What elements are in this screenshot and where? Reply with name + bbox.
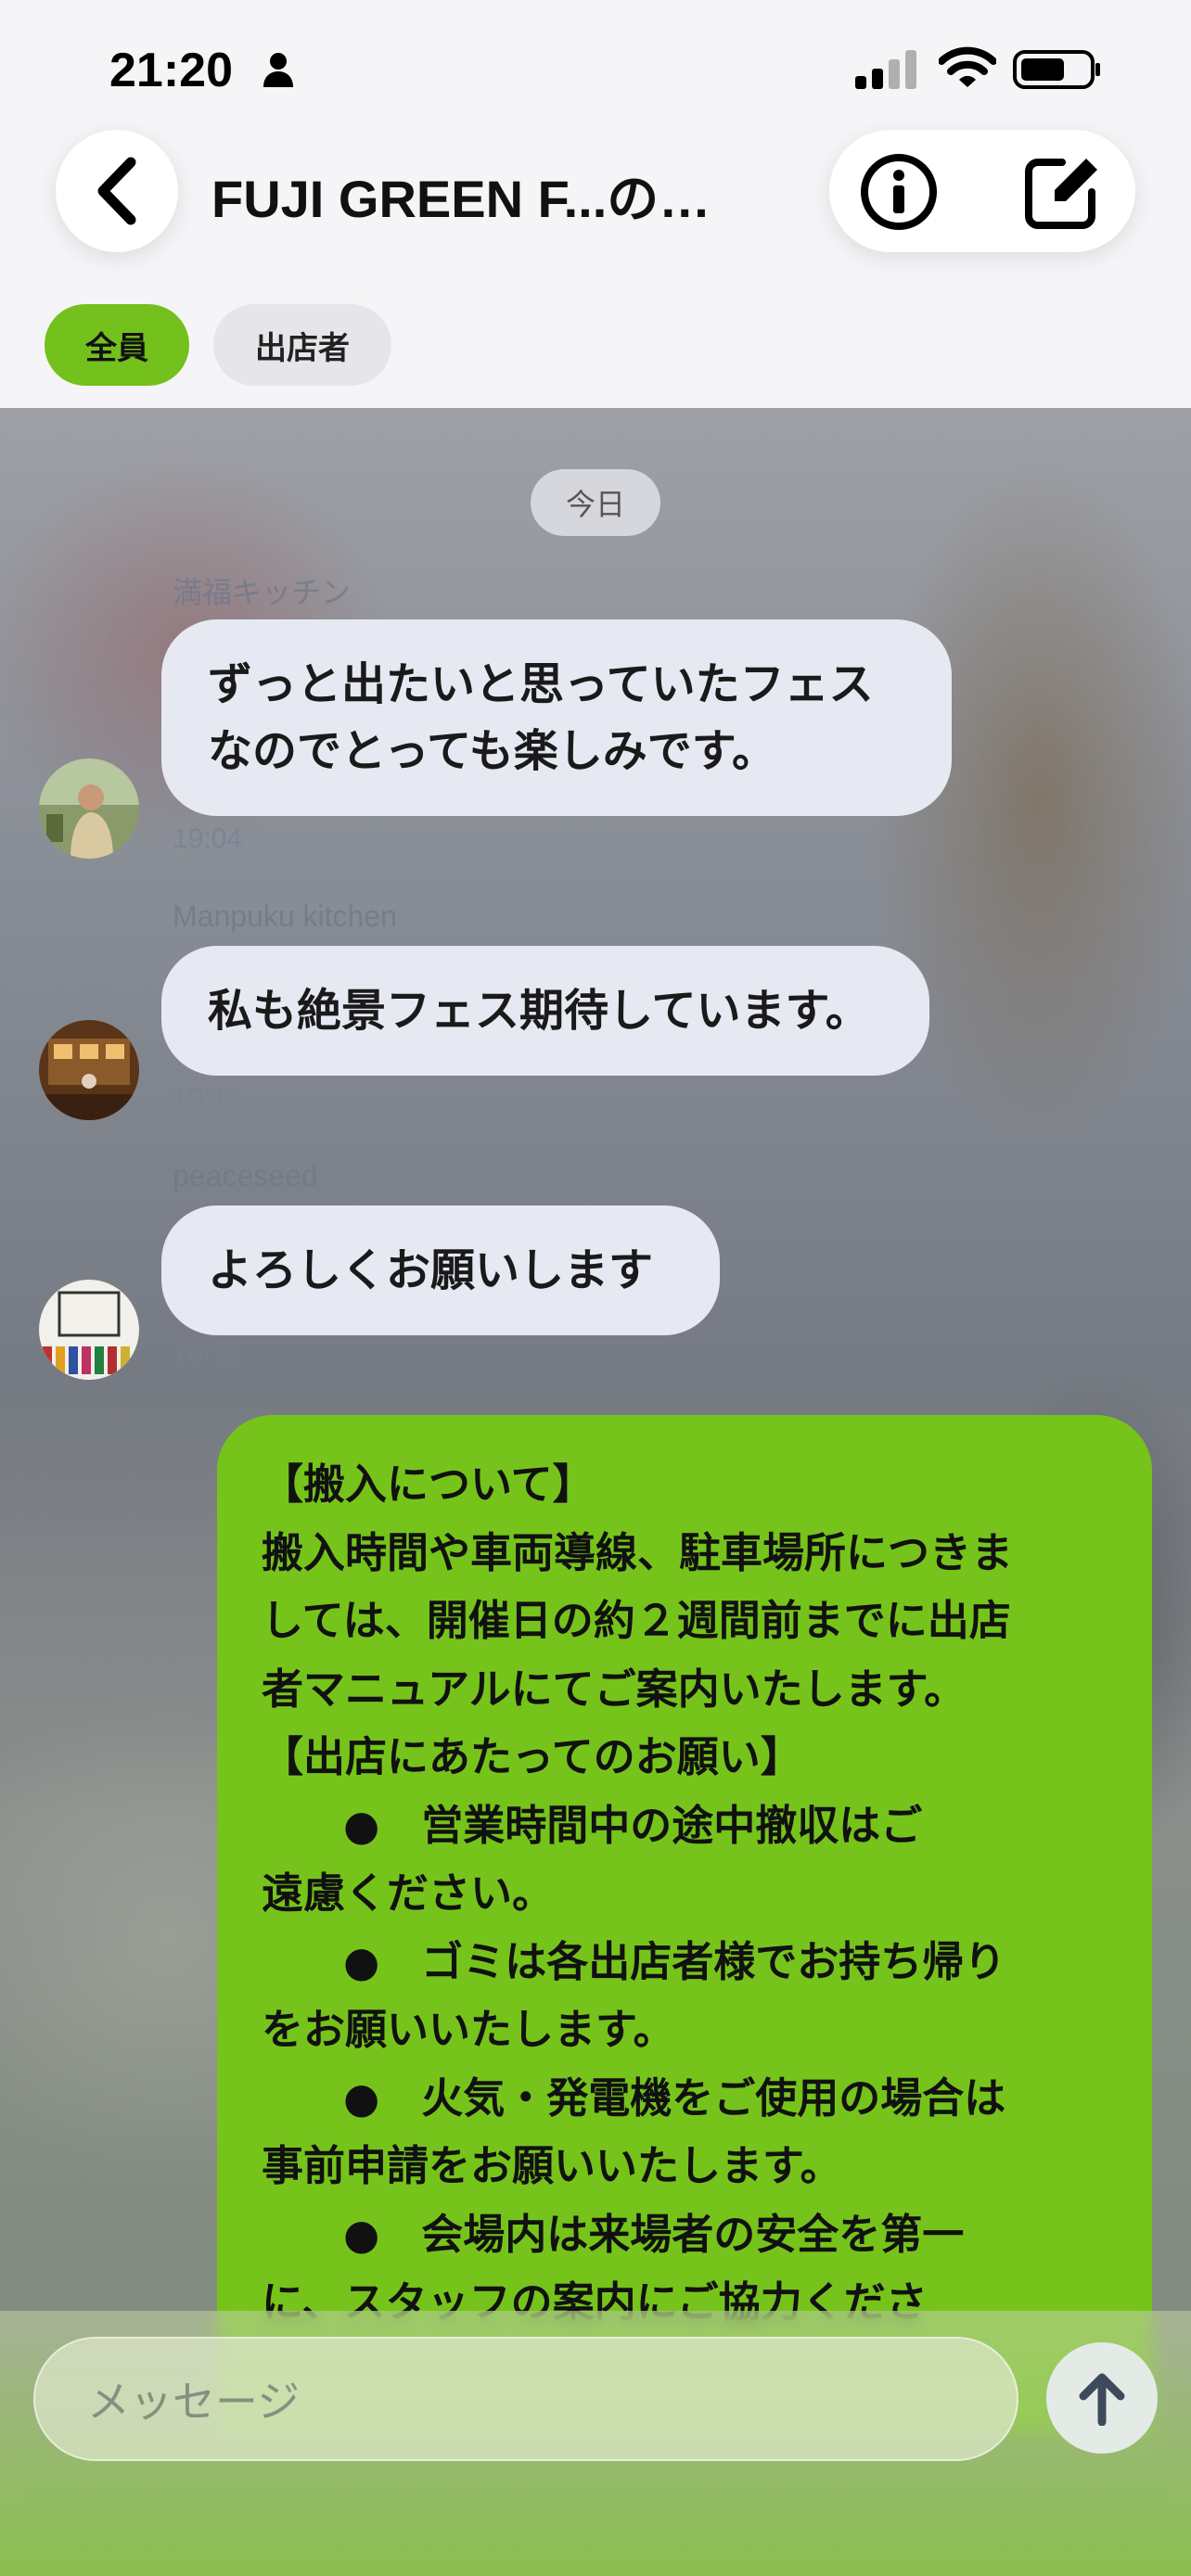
header: 21:20 FUJI GREEN F...の… 全員 出店者 [0,0,1191,408]
info-icon [861,154,937,230]
chat-title: FUJI GREEN F...の… [211,170,711,228]
battery-icon [1013,50,1100,89]
wifi-icon [939,46,996,87]
avatar[interactable] [39,1020,139,1120]
sender-name: Manpuku kitchen [173,899,397,933]
message-line: ● 営業時間中の途中撤収はご [343,1800,923,1850]
send-button[interactable] [1046,2342,1158,2454]
message-line: 事前申請をお願いいたします。 [262,2141,842,2190]
sender-name: 満福キッチン [173,576,352,609]
sender-name: peaceseed [173,1159,318,1192]
compose-button[interactable] [1017,148,1106,237]
own-message-bubble[interactable]: 【搬入について】 搬入時間や車両導線、駐車場所につきま しては、開催日の約２週間… [217,1415,1152,2435]
message-time: 19:30 [173,1343,243,1373]
message-line: 者マニュアルにてご案内いたします。 [262,1664,967,1714]
message-line: ずっと出たいと思っていたフェス [208,658,874,710]
message-line: をお願いいたします。 [262,2005,675,2054]
message-time: 19:04 [173,823,243,854]
tab-exhibitors[interactable]: 出店者 [213,304,391,386]
message-bubble[interactable]: よろしくお願いします [161,1205,720,1335]
message-input[interactable]: メッセージ [33,2337,1018,2461]
avatar[interactable] [39,1280,139,1380]
tab-all[interactable]: 全員 [45,304,189,386]
message-line: ● 会場内は来場者の安全を第一 [343,2209,965,2259]
avatar[interactable] [39,759,139,859]
message-time: 19:17 [173,1083,243,1114]
message-line: 私も絶景フェス期待しています。 [208,985,870,1037]
date-separator: 今日 [531,469,660,536]
message-line: 遠慮ください。 [262,1868,555,1918]
back-button[interactable] [56,130,178,252]
message-line: なのでとっても楽しみです。 [208,725,776,777]
info-button[interactable] [857,150,941,234]
message-line: 【出店にあたってのお願い】 [262,1732,802,1781]
chevron-left-icon [97,157,136,225]
message-line: ● ゴミは各出店者様でお持ち帰り [343,1936,1006,1986]
status-time: 21:20 [109,44,233,97]
message-bubble[interactable]: 私も絶景フェス期待しています。 [161,946,929,1076]
message-line: よろしくお願いします [208,1244,654,1296]
signal-icon [855,50,916,89]
arrow-up-icon [1079,2373,1125,2426]
message-line: しては、開催日の約２週間前までに出店 [262,1596,1011,1645]
message-line: ● 火気・発電機をご使用の場合は [343,2072,1006,2123]
person-icon [263,53,293,87]
message-line: 搬入時間や車両導線、駐車場所につきま [262,1527,1014,1577]
message-line: 【搬入について】 [262,1460,595,1509]
message-bubble[interactable]: ずっと出たいと思っていたフェス なのでとっても楽しみです。 [161,619,952,816]
compose-icon [1025,159,1097,229]
header-actions [829,130,1135,252]
composer-bar: メッセージ [0,2311,1191,2576]
